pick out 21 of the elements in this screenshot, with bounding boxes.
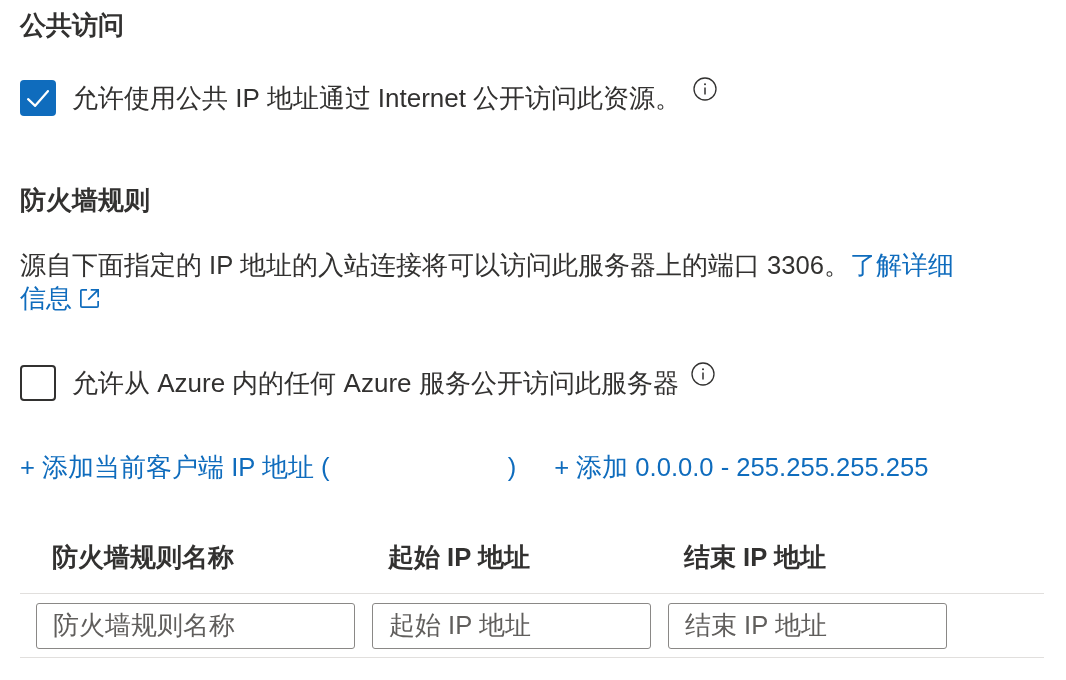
text-input[interactable]: 起始 IP 地址 [372,602,651,649]
add-ip-link[interactable]: + 添加当前客户端 IP 地址 ( ) [20,450,517,484]
column-header: 起始 IP 地址 [388,542,530,573]
add-ip-link[interactable]: + 添加 0.0.0.0 - 255.255.255.255 [554,450,929,484]
column-header: 防火墙规则名称 [52,542,234,573]
description-text: 源自下面指定的 IP 地址的入站连接将可以访问此服务器上的端口 3306。了解详细 信息 [20,250,954,314]
learn-more-link[interactable]: 信息 [20,284,72,312]
info-icon[interactable] [693,77,718,101]
section-heading: 公共访问 [20,9,124,42]
section-heading: 防火墙规则 [20,184,150,217]
learn-more-link[interactable]: 了解详细 [850,251,954,279]
checkmark-icon [27,89,49,107]
checkbox[interactable] [20,80,56,116]
checkbox[interactable] [20,365,56,401]
checkbox-label: 允许从 Azure 内的任何 Azure 服务公开访问此服务器 [72,367,679,400]
external-link-icon[interactable] [80,289,99,308]
column-header: 结束 IP 地址 [684,542,826,573]
info-icon[interactable] [690,362,715,386]
checkbox-label: 允许使用公共 IP 地址通过 Internet 公开访问此资源。 [72,82,682,115]
text-input[interactable]: 防火墙规则名称 [36,602,355,649]
text-input[interactable]: 结束 IP 地址 [668,602,947,649]
